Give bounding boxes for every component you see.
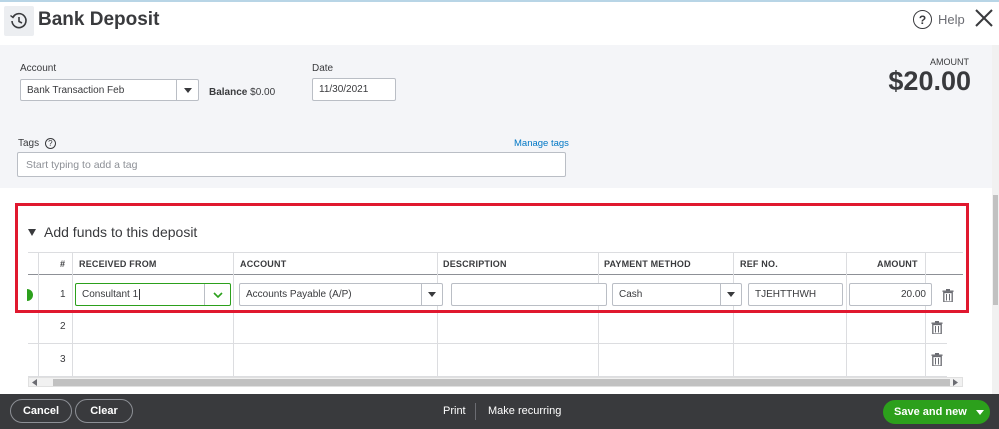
- highlight-box: [15, 203, 969, 313]
- vertical-scrollbar[interactable]: [992, 45, 999, 394]
- date-label: Date: [312, 63, 334, 74]
- save-and-new-button[interactable]: Save and new: [883, 400, 990, 424]
- history-clock-icon[interactable]: [4, 6, 34, 36]
- clear-button[interactable]: Clear: [75, 399, 133, 423]
- date-field[interactable]: 11/30/2021: [312, 78, 396, 101]
- page-title: Bank Deposit: [38, 9, 160, 30]
- save-and-new-label: Save and new: [894, 406, 967, 418]
- help-button[interactable]: ? Help: [913, 10, 965, 29]
- scroll-right-icon[interactable]: [953, 379, 959, 386]
- balance-value: $0.00: [250, 87, 276, 98]
- balance-label: Balance: [209, 87, 248, 98]
- make-recurring-button[interactable]: Make recurring: [488, 405, 561, 417]
- account-value: Bank Transaction Feb: [27, 84, 125, 96]
- scrollbar-thumb[interactable]: [53, 379, 950, 386]
- footer-bar: Cancel Clear Print Make recurring Save a…: [0, 394, 999, 429]
- account-label: Account: [20, 63, 57, 74]
- row-number: 2: [60, 321, 66, 332]
- account-select[interactable]: Bank Transaction Feb: [20, 79, 199, 101]
- tags-label-group: Tags ?: [18, 138, 56, 149]
- close-icon[interactable]: [972, 6, 996, 30]
- chevron-down-icon[interactable]: [976, 410, 984, 415]
- tags-help-icon[interactable]: ?: [44, 138, 56, 149]
- print-button[interactable]: Print: [443, 405, 466, 417]
- row-divider: [28, 343, 947, 344]
- manage-tags-link[interactable]: Manage tags: [514, 138, 569, 149]
- chevron-down-icon[interactable]: [176, 80, 198, 100]
- tags-label: Tags: [18, 138, 40, 150]
- header: Bank Deposit ? Help: [0, 2, 999, 45]
- tags-input[interactable]: Start typing to add a tag: [17, 152, 566, 177]
- amount-total: $20.00: [888, 66, 971, 96]
- cancel-button[interactable]: Cancel: [10, 399, 72, 423]
- scroll-left-icon[interactable]: [32, 379, 38, 386]
- help-label: Help: [938, 12, 965, 27]
- footer-divider: [475, 403, 476, 420]
- balance-display: Balance $0.00: [209, 87, 275, 98]
- horizontal-scrollbar[interactable]: [28, 377, 963, 387]
- help-icon: ?: [913, 10, 932, 29]
- row-number: 3: [60, 354, 66, 365]
- date-value: 11/30/2021: [319, 84, 369, 95]
- scrollbar-thumb[interactable]: [993, 195, 998, 305]
- trash-icon[interactable]: [931, 353, 943, 366]
- trash-icon[interactable]: [931, 321, 943, 334]
